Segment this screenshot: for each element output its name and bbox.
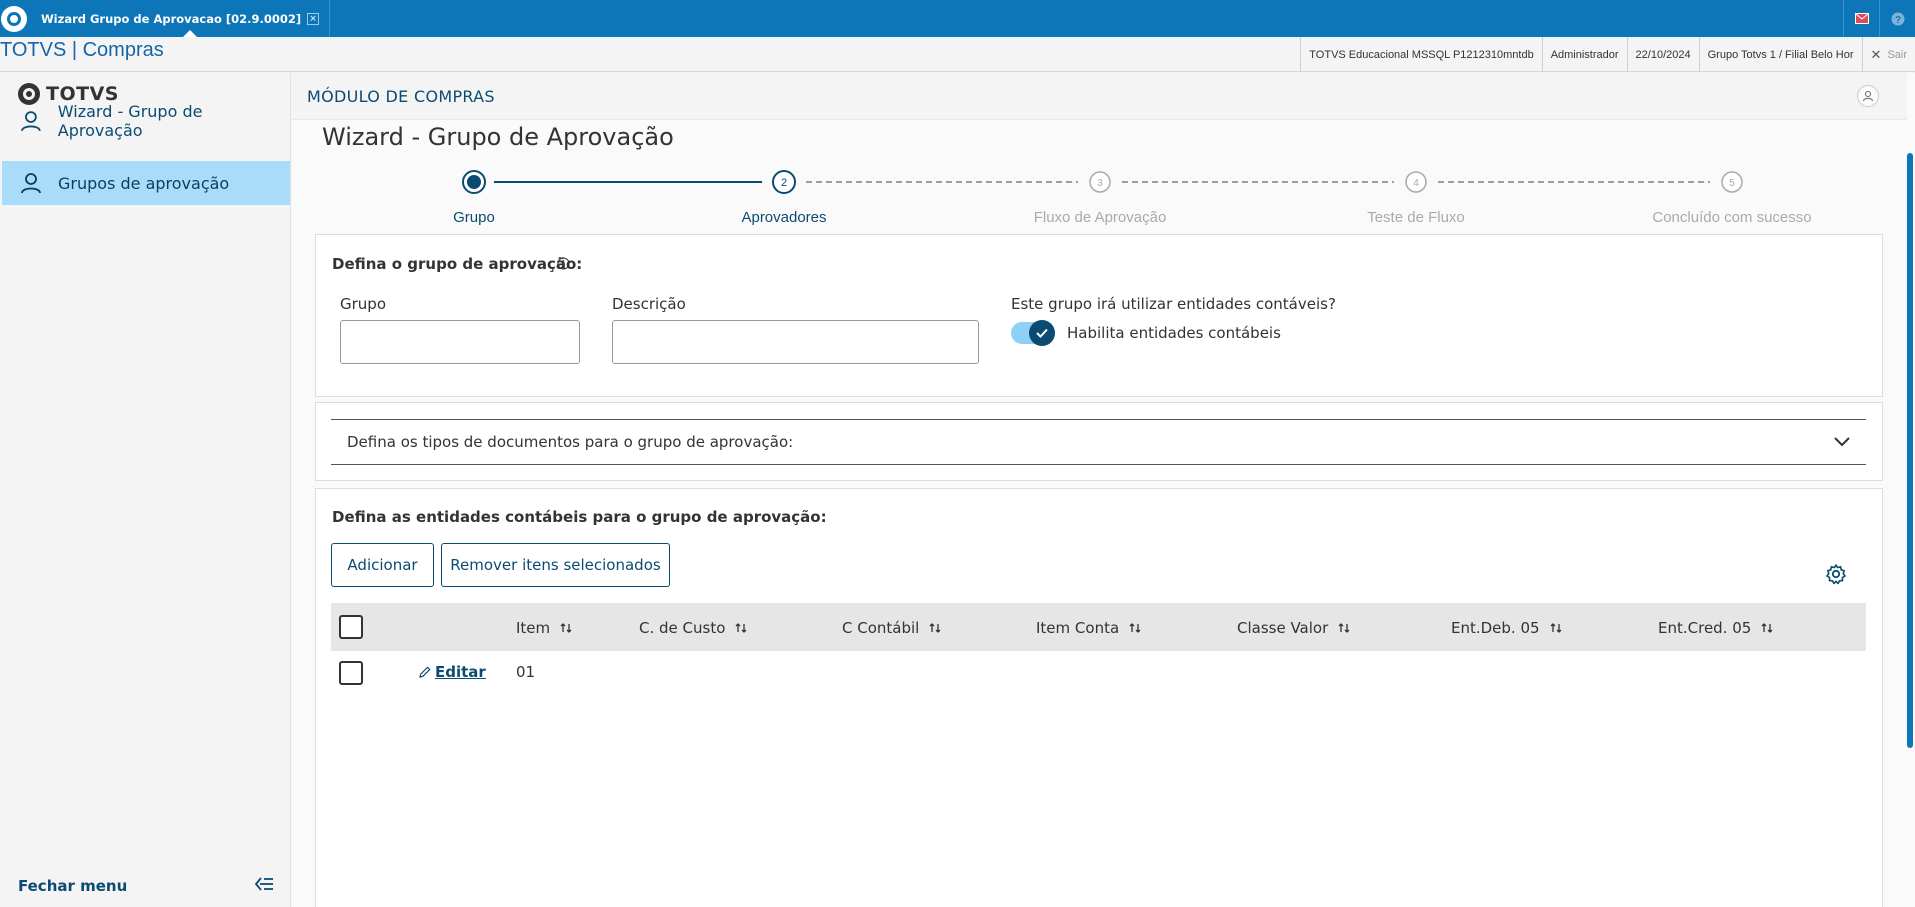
- step-5-label: Concluído com sucesso: [1652, 209, 1811, 226]
- help-icon[interactable]: ?: [1879, 0, 1915, 37]
- totvs-logo-icon: [1, 5, 27, 32]
- module-header: MÓDULO DE COMPRAS: [292, 73, 1907, 120]
- check-icon: [1029, 320, 1055, 346]
- grupo-input[interactable]: [340, 320, 580, 364]
- column-header-item[interactable]: Item: [516, 619, 572, 637]
- column-label: Ent.Deb. 05: [1451, 619, 1540, 637]
- close-menu-button[interactable]: Fechar menu: [18, 877, 273, 895]
- toggle-label: Habilita entidades contábeis: [1067, 324, 1281, 342]
- sidebar-item-label: Wizard - Grupo de Aprovação: [57, 102, 203, 140]
- step-2-label: Aprovadores: [741, 209, 826, 226]
- step-5-number: 5: [1729, 178, 1735, 189]
- step-3-number: 3: [1097, 178, 1103, 189]
- step-2-number: 2: [781, 177, 787, 189]
- column-label: Item Conta: [1036, 619, 1120, 637]
- column-label: C. de Custo: [639, 619, 726, 637]
- collapse-menu-icon: [255, 877, 273, 891]
- edit-label: Editar: [435, 663, 486, 681]
- sort-icon: [560, 623, 572, 633]
- doc-types-accordion[interactable]: Defina os tipos de documentos para o gru…: [331, 419, 1866, 465]
- sort-icon: [1338, 623, 1350, 633]
- descricao-label: Descrição: [612, 295, 686, 313]
- tab-close-icon[interactable]: ×: [307, 12, 320, 25]
- step-1[interactable]: [462, 170, 486, 194]
- descricao-input[interactable]: [612, 320, 979, 364]
- vertical-scrollbar[interactable]: [1907, 153, 1913, 748]
- page-title: Wizard - Grupo de Aprovação: [322, 123, 674, 151]
- group-form-title: Defina o grupo de aprovação:: [332, 255, 583, 273]
- remove-selected-button[interactable]: Remover itens selecionados: [441, 543, 670, 587]
- select-all-checkbox[interactable]: [339, 615, 363, 639]
- info-branch: Grupo Totvs 1 / Filial Belo Hor: [1698, 37, 1862, 72]
- doc-types-title: Defina os tipos de documentos para o gru…: [347, 433, 794, 451]
- user-icon: [21, 173, 41, 194]
- step-4-number: 4: [1413, 178, 1419, 189]
- step-5: 5: [1721, 171, 1743, 193]
- column-header-item-conta[interactable]: Item Conta: [1036, 619, 1141, 637]
- column-header-ent-cred[interactable]: Ent.Cred. 05: [1658, 619, 1773, 637]
- sort-icon: [735, 623, 747, 633]
- step-2[interactable]: 2: [772, 170, 796, 194]
- info-database: TOTVS Educacional MSSQL P1212310mntdb: [1300, 37, 1541, 72]
- svg-text:?: ?: [1894, 15, 1900, 26]
- info-user: Administrador: [1541, 37, 1627, 72]
- grupo-label: Grupo: [340, 295, 386, 313]
- column-label: C Contábil: [842, 619, 920, 637]
- edit-link[interactable]: Editar: [419, 663, 486, 681]
- step-4: 4: [1405, 171, 1427, 193]
- module-title: MÓDULO DE COMPRAS: [307, 87, 495, 106]
- sidebar-item-wizard[interactable]: Wizard - Grupo de Aprovação: [2, 99, 290, 143]
- step-3: 3: [1089, 171, 1111, 193]
- step-3-label: Fluxo de Aprovação: [1034, 209, 1167, 226]
- close-menu-label: Fechar menu: [18, 877, 128, 895]
- gear-icon[interactable]: [1825, 563, 1847, 585]
- top-bar: Wizard Grupo de Aprovacao [02.9.0002] × …: [0, 0, 1915, 37]
- exit-button[interactable]: ✕ Sair: [1861, 37, 1915, 72]
- add-button[interactable]: Adicionar: [331, 543, 434, 587]
- close-icon: ✕: [1870, 46, 1882, 62]
- sort-icon: [1550, 623, 1562, 633]
- row-checkbox[interactable]: [339, 661, 363, 685]
- column-label: Ent.Cred. 05: [1658, 619, 1752, 637]
- sort-icon: [1129, 623, 1141, 633]
- user-icon: [21, 111, 41, 132]
- column-label: Classe Valor: [1237, 619, 1329, 637]
- entities-toggle[interactable]: [1011, 320, 1055, 346]
- column-header-classe-valor[interactable]: Classe Valor: [1237, 619, 1350, 637]
- column-header-contabil[interactable]: C Contábil: [842, 619, 941, 637]
- column-label: Item: [516, 619, 551, 637]
- cell-item: 01: [516, 663, 536, 681]
- step-1-label: Grupo: [453, 209, 495, 226]
- sidebar-item-label: Grupos de aprovação: [58, 173, 230, 193]
- user-avatar-icon[interactable]: [1857, 85, 1879, 107]
- info-icon[interactable]: [557, 257, 570, 270]
- app-tab[interactable]: Wizard Grupo de Aprovacao [02.9.0002] ×: [33, 0, 331, 37]
- wizard-stepper: 2 3 4 5 Grupo Aprovadores Fluxo de Aprov…: [453, 170, 1812, 226]
- column-header-custo[interactable]: C. de Custo: [639, 619, 747, 637]
- sidebar-item-grupos[interactable]: Grupos de aprovação: [2, 161, 290, 205]
- entities-question: Este grupo irá utilizar entidades contáv…: [1011, 295, 1336, 313]
- info-bar: TOTVS | Compras TOTVS Educacional MSSQL …: [0, 37, 1915, 72]
- step-4-label: Teste de Fluxo: [1367, 209, 1465, 226]
- chevron-down-icon: [1834, 437, 1850, 447]
- app-tab-label: Wizard Grupo de Aprovacao [02.9.0002]: [41, 11, 302, 26]
- info-date: 22/10/2024: [1626, 37, 1699, 72]
- table-header: Item C. de Custo C Contábil Item Conta C…: [331, 603, 1866, 651]
- pencil-icon: [419, 666, 431, 678]
- entities-title: Defina as entidades contábeis para o gru…: [332, 508, 827, 526]
- sidebar: TOTVS Wizard - Grupo de Aprovação Grupos…: [0, 73, 291, 907]
- table-row: Editar 01: [331, 651, 1866, 695]
- column-header-ent-deb[interactable]: Ent.Deb. 05: [1451, 619, 1562, 637]
- tab-active-indicator: [183, 30, 197, 37]
- sort-icon: [929, 623, 941, 633]
- exit-label: Sair: [1887, 48, 1907, 61]
- app-brand: TOTVS | Compras: [0, 39, 164, 61]
- mail-icon[interactable]: [1843, 0, 1879, 37]
- sort-icon: [1761, 623, 1773, 633]
